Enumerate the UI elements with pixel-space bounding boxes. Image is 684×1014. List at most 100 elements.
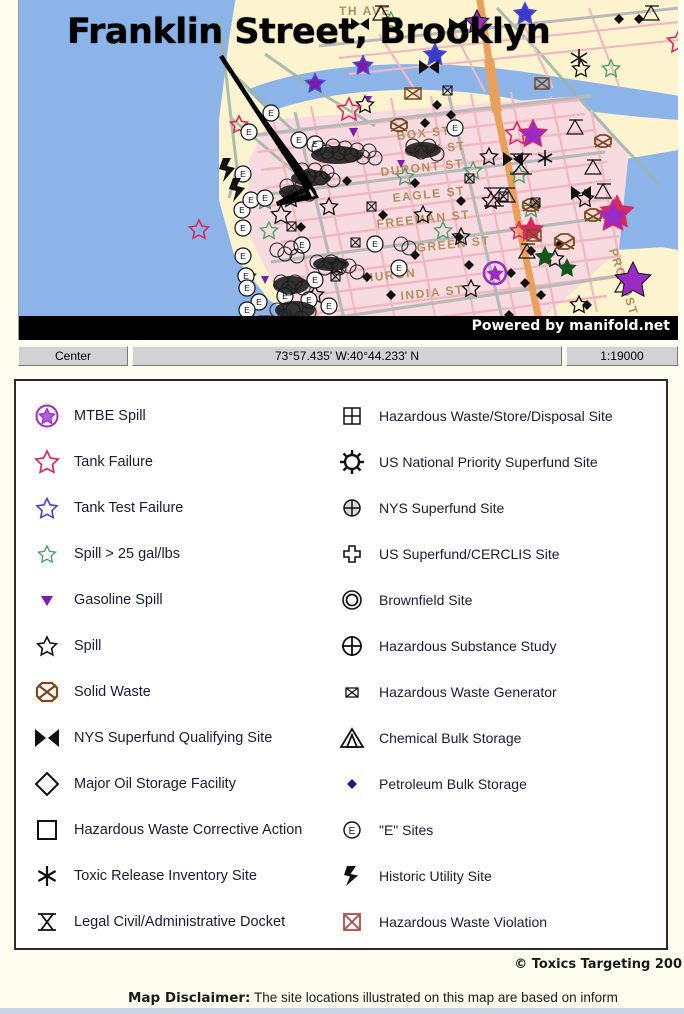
hazardous-substance-study-icon — [335, 629, 369, 663]
tank-test-failure-icon — [30, 491, 64, 525]
legend-label: Brownfield Site — [379, 592, 473, 608]
hazardous-waste-violation-icon — [335, 905, 369, 939]
svg-text:E: E — [243, 271, 249, 281]
legend-item-major-oil-storage: Major Oil Storage Facility — [30, 761, 335, 807]
legend-item-hazardous-waste-generator: Hazardous Waste Generator — [335, 669, 665, 715]
us-national-priority-superfund-icon — [335, 445, 369, 479]
legend-label: Solid Waste — [74, 684, 151, 700]
svg-text:E: E — [240, 223, 246, 233]
legend-label: Tank Test Failure — [74, 500, 184, 516]
legend-label: Major Oil Storage Facility — [74, 776, 236, 792]
legend-left-column: MTBE Spill Tank Failure Tank Test Failur… — [16, 393, 335, 948]
svg-text:E: E — [240, 169, 246, 179]
legend-item-nys-superfund-qualifying: NYS Superfund Qualifying Site — [30, 715, 335, 761]
map-attribution-bar: Powered by manifold.net — [19, 316, 678, 340]
chemical-bulk-storage-icon — [335, 721, 369, 755]
svg-text:E: E — [246, 127, 252, 137]
legend-label: Spill > 25 gal/lbs — [74, 546, 180, 562]
svg-text:E: E — [256, 297, 262, 307]
disclaimer-text: The site locations illustrated on this m… — [253, 990, 618, 1005]
legend-label: Tank Failure — [74, 454, 153, 470]
historic-utility-site-icon — [335, 859, 369, 893]
toxic-release-inventory-icon — [30, 859, 64, 893]
svg-text:E: E — [452, 123, 458, 133]
legend-right-column: Hazardous Waste/Store/Disposal Site US N… — [335, 393, 665, 948]
hazardous-waste-corrective-action-icon — [30, 813, 64, 847]
svg-text:E: E — [244, 305, 250, 315]
legend-item-gasoline-spill: Gasoline Spill — [30, 577, 335, 623]
legend-label: Spill — [74, 638, 102, 654]
legend-label: US National Priority Superfund Site — [379, 454, 598, 470]
legend-label: Hazardous Substance Study — [379, 638, 557, 654]
legend-item-air-discharge-facility: Air Discharge Facility — [30, 945, 335, 948]
legend-item-toxic-release-inventory: Toxic Release Inventory Site — [30, 853, 335, 899]
legend-item-hw-store-disposal: Hazardous Waste/Store/Disposal Site — [335, 393, 665, 439]
legend-label: Toxic Release Inventory Site — [74, 868, 257, 884]
svg-text:E: E — [244, 283, 250, 293]
tank-failure-icon — [30, 445, 64, 479]
legend-item-us-superfund-cerclis: US Superfund/CERCLIS Site — [335, 531, 665, 577]
legend-item-hazardous-waste-violation: Hazardous Waste Violation — [335, 899, 665, 945]
legend-item-nys-superfund-site: NYS Superfund Site — [335, 485, 665, 531]
svg-text:E: E — [296, 135, 302, 145]
svg-text:E: E — [372, 239, 378, 249]
petroleum-bulk-storage-icon — [335, 767, 369, 801]
map-disclaimer: Map Disclaimer: The site locations illus… — [0, 990, 684, 1006]
us-superfund-cerclis-icon — [335, 537, 369, 571]
svg-text:E: E — [268, 108, 274, 118]
map-panel[interactable]: TH AVE DUPONT ST EAGLE ST FREEMAN ST GRE… — [18, 0, 678, 340]
legend-item-historic-utility-site: Historic Utility Site — [335, 853, 665, 899]
scale-display: 1:19000 — [566, 346, 678, 366]
legend-label: Hazardous Waste Violation — [379, 914, 548, 930]
hazardous-waste-generator-icon — [335, 675, 369, 709]
spill-icon — [30, 629, 64, 663]
bottom-strip — [0, 1008, 684, 1014]
legend-label: "E" Sites — [379, 822, 434, 838]
legend-item-permit-compliance-system: Permit Compliance System — [335, 945, 665, 948]
map-legend: MTBE Spill Tank Failure Tank Test Failur… — [14, 379, 668, 950]
disclaimer-label: Map Disclaimer: — [128, 990, 251, 1006]
legend-label: Historic Utility Site — [379, 868, 492, 884]
legend-item-legal-civil-docket: Legal Civil/Administrative Docket — [30, 899, 335, 945]
legend-item-chemical-bulk-storage: Chemical Bulk Storage — [335, 715, 665, 761]
svg-text:E: E — [262, 193, 268, 203]
legend-item-solid-waste: Solid Waste — [30, 669, 335, 715]
gasoline-spill-icon — [30, 583, 64, 617]
legend-item-spill-over-25: Spill > 25 gal/lbs — [30, 531, 335, 577]
legend-label: Hazardous Waste/Store/Disposal Site — [379, 408, 613, 424]
legend-label: NYS Superfund Qualifying Site — [74, 730, 273, 746]
nys-superfund-qualifying-icon — [30, 721, 64, 755]
solid-waste-icon — [30, 675, 64, 709]
center-button[interactable]: Center — [18, 346, 128, 366]
legend-label: NYS Superfund Site — [379, 500, 505, 516]
legend-label: Petroleum Bulk Storage — [379, 776, 527, 792]
legend-item-e-sites: E "E" Sites — [335, 807, 665, 853]
svg-text:E: E — [312, 275, 318, 285]
manifold-attribution: Powered by manifold.net — [471, 318, 670, 334]
legend-label: US Superfund/CERCLIS Site — [379, 546, 560, 562]
legend-label: MTBE Spill — [74, 408, 146, 424]
svg-text:E: E — [248, 195, 254, 205]
svg-text:E: E — [239, 205, 245, 215]
nys-superfund-site-icon — [335, 491, 369, 525]
legend-item-tank-failure: Tank Failure — [30, 439, 335, 485]
map-title: Franklin Street, Brooklyn — [67, 12, 551, 52]
legal-civil-docket-icon — [30, 905, 64, 939]
legend-label: Gasoline Spill — [74, 592, 163, 608]
legend-label: Legal Civil/Administrative Docket — [74, 914, 286, 930]
map-status-bar: Center 73°57.435' W:40°44.233' N 1:19000 — [18, 346, 678, 366]
e-sites-icon: E — [335, 813, 369, 847]
svg-text:E: E — [326, 301, 332, 311]
legend-item-us-national-priority-superfund: US National Priority Superfund Site — [335, 439, 665, 485]
legend-label: Hazardous Waste Corrective Action — [74, 822, 303, 838]
copyright-notice: © Toxics Targeting 200 — [514, 957, 682, 972]
mtbe-spill-icon — [30, 399, 64, 433]
legend-label: Chemical Bulk Storage — [379, 730, 522, 746]
legend-item-petroleum-bulk-storage: Petroleum Bulk Storage — [335, 761, 665, 807]
legend-item-spill: Spill — [30, 623, 335, 669]
legend-label: Hazardous Waste Generator — [379, 684, 557, 700]
brownfield-site-icon — [335, 583, 369, 617]
legend-item-hazardous-substance-study: Hazardous Substance Study — [335, 623, 665, 669]
spill-over-25-icon — [30, 537, 64, 571]
left-gutter — [0, 0, 14, 340]
